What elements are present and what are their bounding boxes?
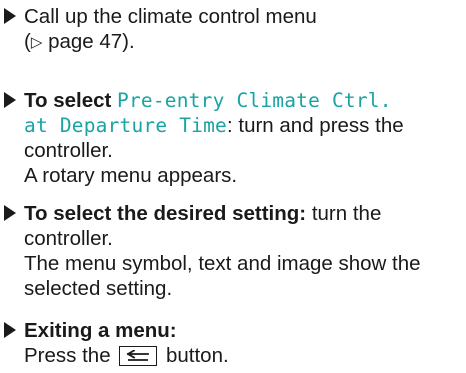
step-text: Call up the climate control menu (▷ page…: [24, 4, 460, 54]
step-lead: Exiting a menu:: [24, 319, 177, 342]
step-line: controller.: [24, 227, 113, 250]
step-line: controller.: [24, 139, 113, 162]
step-text-pre: Press the: [24, 344, 117, 367]
step-arrow-icon: [4, 205, 16, 221]
step-arrow-icon: [4, 8, 16, 24]
step-arrow-icon: [4, 322, 16, 338]
reference-text: page 47).: [42, 30, 135, 53]
back-arrow-icon: [127, 350, 150, 361]
step-result: selected setting.: [24, 277, 173, 300]
step-lead: To select: [24, 89, 118, 112]
display-text-departure: at Departure Time: [24, 114, 227, 137]
back-button-icon: [119, 346, 158, 366]
step-arrow-icon: [4, 92, 16, 108]
step-line: Call up the climate control menu: [24, 5, 317, 28]
step-text: To select Pre-entry Climate Ctrl. at Dep…: [24, 88, 460, 188]
page-reference-triangle-icon: ▷: [30, 34, 43, 51]
step-result: The menu symbol, text and image show the: [24, 252, 421, 275]
step-lead: To select the desired setting:: [24, 202, 307, 225]
reference-open: (: [24, 30, 31, 53]
step-text-post: button.: [160, 344, 229, 367]
display-text-preentry: Pre-entry Climate Ctrl.: [117, 89, 392, 112]
step-text-rest: turn the: [306, 202, 382, 225]
instruction-page: Call up the climate control menu (▷ page…: [0, 0, 466, 373]
step-text: To select the desired setting: turn the …: [24, 201, 460, 301]
step-text: Exiting a menu: Press the button.: [24, 318, 460, 368]
step-text-rest: : turn and press the: [226, 114, 404, 137]
page-reference: (▷ page 47).: [24, 29, 460, 54]
step-result: A rotary menu appears.: [24, 164, 238, 187]
